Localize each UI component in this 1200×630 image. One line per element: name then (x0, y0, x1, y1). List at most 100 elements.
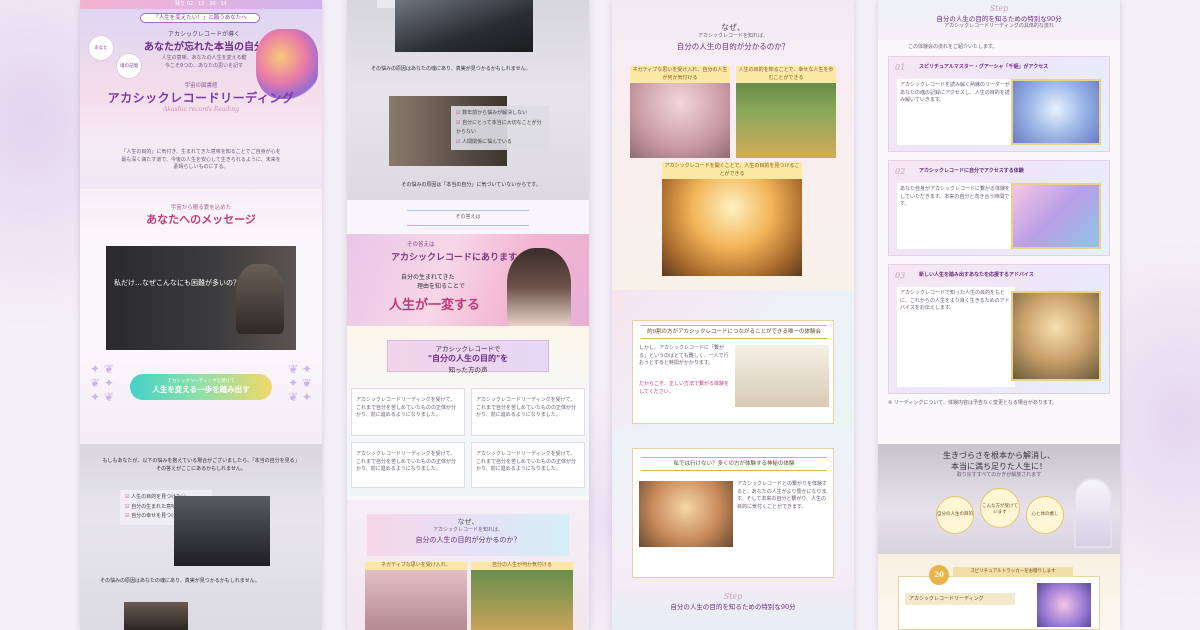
hero-badge-right: 魂の記憶 (116, 53, 142, 79)
bonus-card-title: アカシックレコードリーディング (905, 593, 1015, 605)
voice-card: アカシックレコードリーディングを受けて、これまで自分を苦しめていたものの正体が分… (351, 442, 465, 488)
voice-heading: アカシックレコードで "自分の人生の目的"を 知った方の声 (387, 340, 549, 374)
step-note: ※ リーディングについて、体験内容は予告なく変更となる場合があります。 (888, 400, 1058, 406)
step-num: 03 (895, 271, 906, 280)
checklist-item: 数年前から悩みが解決しない (456, 109, 544, 119)
why-small: なぜ、 (721, 23, 745, 32)
step-title: アカシックレコードに自分でアクセスする体験 (919, 168, 1024, 174)
message-video[interactable]: 私だけ…なぜこんなにも困難が多いの？ (106, 246, 296, 350)
resolution-title2: 本当に満ち足りた人生に！ (951, 462, 1047, 471)
why-card-label: アカシックレコードを開くことで、人生の目的を見つけることができる (662, 162, 802, 179)
voice-card: アカシックレコードリーディングを受けて、これまで自分を苦しめていたものの正体が分… (471, 388, 585, 436)
lp-preview-column-3: なぜ、 アカシックレコードを知れば、 自分の人生の目的が分かるのか？ ネガティブ… (612, 0, 854, 630)
lp-preview-column-4: Step 自分の人生の目的を知るための特別な90分 アカシックレコードリーディン… (878, 0, 1120, 630)
step-card-02: 02 アカシックレコードに自分でアクセスする体験 あなた自身がアカシックレコード… (888, 160, 1110, 256)
why-card-photo-2: 人生の目的を知ることで、幸せな人生を歩むことができる (736, 66, 836, 158)
worry-section: もしもあなたが、以下の悩みを抱えている場合がございましたら、「本当の自分を見る」… (80, 444, 322, 630)
why-heading-col3: なぜ、 アカシックレコードを知れば、 自分の人生の目的が分かるのか？ (612, 0, 854, 66)
why-cards: ネガティブな思いを受け入れ、自分の人生が何か気付ける 人生の目的を知ることで、幸… (612, 66, 854, 290)
lp-preview-column-2: その悩みの原因はあなたの魂にあり、真実が見つかるかもしれません。 数年前から悩み… (347, 0, 589, 630)
hero-title-en: Akashic records Reading (163, 106, 239, 113)
why-photo-1: ネガティブな思いを受け入れ、 (365, 562, 467, 630)
voice-card-text: アカシックレコードリーディングを受けて、これまで自分を苦しめていたものの正体が分… (356, 451, 457, 472)
feel-section: 私では行けない？多くの方が体験する神秘の体験 アカシックレコードとの繋がりを体験… (612, 430, 854, 586)
why-card-photo-1: ネガティブな思いを受け入れ、自分の人生が何か気付ける (630, 66, 730, 158)
voice-title3: 知った方の声 (448, 366, 488, 374)
checklist-section: 数年前から悩みが解決しない 自分にとって本当に大切なことが分からない 人間関係に… (347, 90, 589, 200)
worry-photo-cont (395, 0, 533, 52)
answer-divider: その答えは (347, 200, 589, 234)
cta-button[interactable]: アカシックリーディングを受けて 人生を変える一歩を踏み出す (130, 374, 272, 400)
feel-photo (639, 481, 733, 547)
checklist: 数年前から悩みが解決しない 自分にとって本当に大切なことが分からない 人間関係に… (451, 106, 549, 150)
step-num: 01 (895, 63, 906, 72)
worry-intro: もしもあなたが、以下の悩みを抱えている場合がございましたら、「本当の自分を見る」… (102, 458, 300, 472)
resolution-sub: 取り戻すすべてのかぎが解放されます (956, 472, 1042, 478)
resolution-title1: 生きづらさを根本から解消し、 (943, 451, 1055, 460)
voice-card: アカシックレコードリーディングを受けて、これまで自分を苦しめていたものの正体が分… (471, 442, 585, 488)
bonus-badge: 20 (929, 565, 949, 585)
message-heading: 宇宙から贈る愛を込めた あなたへのメッセージ (80, 189, 322, 241)
checklist-item: 自分にとって本当に大切なことが分からない (456, 119, 544, 138)
experience-card: 約9割の方がアカシックレコードにつながることができる唯一の体験会 しかし、アカシ… (632, 320, 834, 424)
why-card-label: 人生の目的を知ることで、幸せな人生を歩むことができる (736, 66, 836, 83)
step-title: 新しい人生を踏み出すあなたを応援するアドバイス (919, 272, 1034, 278)
feel-title: 私では行けない？多くの方が体験する神秘の体験 (641, 457, 827, 471)
why-mid: アカシックレコードを知れば、 (697, 33, 768, 39)
step-heading-col3: Step 自分の人生の目的を知るための特別な90分 (612, 586, 854, 630)
hero-line2: あなたが忘れた本当の自分 (144, 42, 264, 53)
step-body: アカシックレコードを読み解く熟練のリーダーがあなたの魂の記録にアクセスし、人生の… (897, 79, 1015, 145)
feel-card: 私では行けない？多くの方が体験する神秘の体験 アカシックレコードとの繋がりを体験… (632, 448, 834, 578)
hero-badge-left: あなた (88, 35, 114, 61)
step-card-01: 01 スピリチュアルマスター・グアーシャ「千姫」がアクセス アカシックレコードを… (888, 56, 1110, 152)
experience-text: しかし、アカシックレコードに「繋がる」というのはとても難しく、一人で行おうとする… (639, 345, 729, 366)
hero-body: 「人生の目的」に気付き、生まれてきた意味を知ることでご自身が心を最も深く満たす道… (121, 149, 281, 170)
cta-area: ✦ ❦ ❦ ✦ ✦ ❦ ❦ ✦ ✦ ❦ ❦ ✦ アカシックリーディングを受けて 人生を変… (80, 352, 322, 444)
banner-q2: 理由を知ることで (417, 283, 465, 290)
voice-card-text: アカシックレコードリーディングを受けて、これまで自分を苦しめていたものの正体が分… (476, 451, 577, 472)
bonus-section: 20 スピリチュアルトラッカーをお贈りします アカシックレコードリーディング (878, 554, 1120, 630)
why-mid: アカシックレコードを知れば、 (432, 527, 503, 533)
circle-healing: 心と体の癒し (1026, 496, 1064, 534)
why-title: 自分の人生の目的が分かるのか？ (676, 41, 790, 51)
banner-main: 人生が一変する (389, 298, 481, 313)
step-body: アカシックレコードで知った人生の目的をもとに、これからの人生をより良く生きるため… (897, 287, 1015, 387)
experience-section: 約9割の方がアカシックレコードにつながることができる唯一の体験会 しかし、アカシ… (612, 290, 854, 430)
step-header: Step 自分の人生の目的を知るための特別な90分 アカシックレコードリーディン… (878, 0, 1120, 40)
bonus-label: スピリチュアルトラッカーをお贈りします (953, 567, 1073, 577)
col2-footer2: その悩みの原因は「本当の自分」に気づいていないからです。 (401, 182, 541, 188)
circle-purpose: 自分の人生の目的 (936, 496, 974, 534)
circle-who: こんな方が受けています (980, 488, 1020, 528)
step-label: Step (723, 592, 743, 601)
worry-photo (174, 496, 270, 566)
experience-pink: だからこそ、正しい方法で繋がる体験をしてください。 (639, 381, 730, 395)
bonus-photo (1037, 583, 1091, 627)
step-title: 自分の人生の目的を知るための特別な90分 (670, 603, 796, 611)
banner-woman-photo (507, 248, 571, 326)
step-photo (1011, 183, 1101, 249)
why-title: 自分の人生の目的が分かるのか？ (415, 535, 521, 544)
bonus-card: 20 スピリチュアルトラッカーをお贈りします アカシックレコードリーディング (898, 565, 1100, 630)
countdown-bar: 残り 02 : 12 : 20 : 14 (80, 0, 322, 9)
resolution-section: 生きづらさを根本から解消し、 本当に満ち足りた人生に！ 取り戻すすべてのかぎが解… (878, 444, 1120, 554)
why-section-col2: なぜ、 アカシックレコードを知れば、 自分の人生の目的が分かるのか？ ネガティブ… (347, 500, 589, 630)
worry-footer: その悩みの原因はあなたの魂にあり、真実が見つかるかもしれません。 (100, 578, 260, 584)
hero-title: アカシックレコードリーディング (107, 91, 295, 105)
why-heading: なぜ、 アカシックレコードを知れば、 自分の人生の目的が分かるのか？ (367, 514, 569, 556)
voice-card-text: アカシックレコードリーディングを受けて、これまで自分を苦しめていたものの正体が分… (476, 397, 577, 418)
voice-section: アカシックレコードで "自分の人生の目的"を 知った方の声 アカシックレコードリ… (347, 326, 589, 496)
step-photo (1011, 291, 1101, 381)
step-photo (1011, 79, 1101, 145)
video-person (236, 264, 284, 334)
step-header-title: 自分の人生の目的を知るための特別な90分 (936, 15, 1062, 23)
lp-preview-column-1: 残り 02 : 12 : 20 : 14 「人生を変えたい！」と願うあなたへ あ… (80, 0, 322, 630)
video-caption: 私だけ…なぜこんなにも困難が多いの？ (114, 279, 240, 287)
hero-section: 「人生を変えたい！」と願うあなたへ あなた 魂の記憶 アカシックレコードが導く … (80, 9, 322, 189)
hero-line3: 人生の意味、あなたの人生を変える鍵 (161, 55, 247, 61)
voice-title1: アカシックレコードで (435, 345, 501, 353)
countdown-text: 残り 02 : 12 : 20 : 14 (175, 1, 227, 7)
hero-tag: 「人生を変えたい！」と願うあなたへ (140, 13, 260, 23)
voice-card: アカシックレコードリーディングを受けて、これまで自分を苦しめていたものの正体が分… (351, 388, 465, 436)
step-intro: この体験会の流れをご紹介いたします。 (908, 44, 998, 50)
resolution-doorway (1074, 478, 1112, 548)
